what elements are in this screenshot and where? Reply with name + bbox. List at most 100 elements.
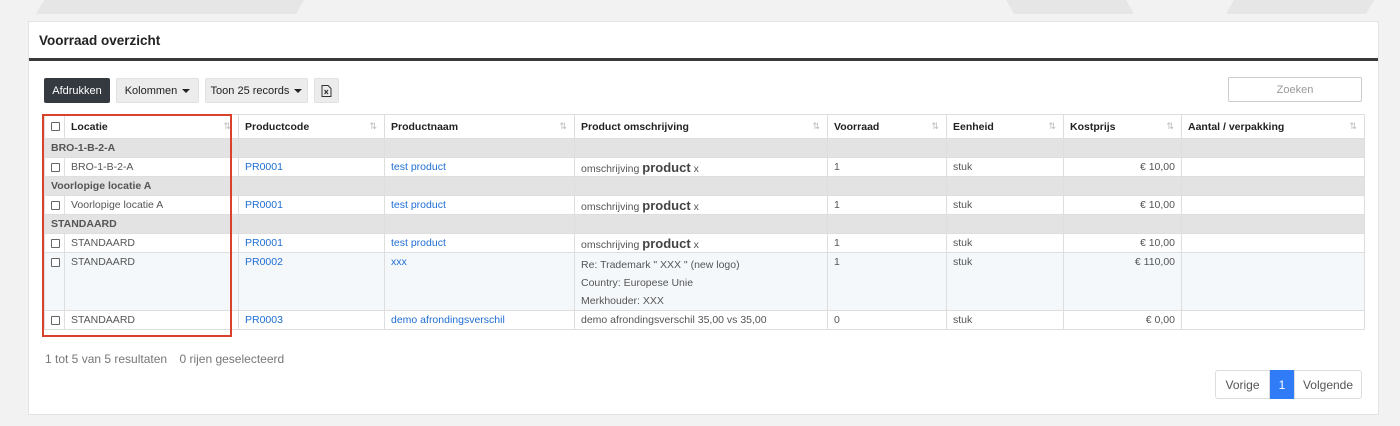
description-line: Re: Trademark " XXX " (new logo) [581,259,740,271]
page-button-current[interactable]: 1 [1270,370,1294,399]
column-header-productcode[interactable]: Productcode ⇅ [238,114,385,139]
column-header-label: Productnaam [391,120,459,133]
column-header-label: Product omschrijving [581,120,689,133]
table-row[interactable]: STANDAARD PR0002 xxx Re: Trademark " XXX… [44,252,1365,311]
group-header-row: STANDAARD [44,214,1365,234]
cell-locatie: BRO-1-B-2-A [64,157,239,177]
cell-eenheid: stuk [946,252,1064,311]
cell-kostprijs: € 10,00 [1063,195,1182,215]
cell-voorraad: 1 [827,195,947,215]
records-label: Toon 25 records [210,84,290,97]
sort-arrows-icon: ⇅ [931,121,939,131]
sort-arrows-icon: ⇅ [369,121,377,131]
column-header-productnaam[interactable]: Productnaam ⇅ [384,114,575,139]
column-header-label: Productcode [245,120,310,133]
row-checkbox[interactable] [51,315,60,325]
column-header-label: Kostprijs [1070,120,1116,133]
column-header-eenheid[interactable]: Eenheid ⇅ [946,114,1064,139]
group-header-label: STANDAARD [44,214,239,234]
excel-export-icon [321,84,332,97]
caret-down-icon [294,88,303,93]
column-header-aantal[interactable]: Aantal / verpakking ⇅ [1181,114,1365,139]
column-header-locatie[interactable]: Locatie ⇅ [64,114,239,139]
sort-arrows-icon: ⇅ [1048,121,1056,131]
cell-omschrijving: demo afrondingsverschil 35,00 vs 35,00 [574,310,828,330]
product-name-link[interactable]: test product [391,199,446,211]
cell-locatie: STANDAARD [64,310,239,330]
column-header-kostprijs[interactable]: Kostprijs ⇅ [1063,114,1182,139]
cell-eenheid: stuk [946,195,1064,215]
product-name-link[interactable]: test product [391,237,446,249]
column-header-label: Eenheid [953,120,994,133]
table-toolbar: Afdrukken Kolommen Toon 25 records [29,61,1378,109]
search-input[interactable] [1228,77,1362,102]
cell-voorraad: 1 [827,233,947,253]
product-code-link[interactable]: PR0001 [245,237,283,249]
product-name-link[interactable]: test product [391,161,446,173]
stock-overview-card: Voorraad overzicht Afdrukken Kolommen To… [28,21,1379,415]
product-name-link[interactable]: demo afrondingsverschil [391,314,505,326]
records-dropdown-button[interactable]: Toon 25 records [205,78,308,103]
results-count-text: 1 tot 5 van 5 resultaten [45,352,168,366]
cell-locatie: STANDAARD [64,252,239,311]
cell-omschrijving: omschrijving product x [574,157,828,177]
group-header-label: BRO-1-B-2-A [44,138,239,158]
columns-dropdown-button[interactable]: Kolommen [116,78,199,103]
cell-kostprijs: € 0,00 [1063,310,1182,330]
cell-aantal [1181,157,1365,177]
table-row[interactable]: STANDAARD PR0003 demo afrondingsverschil… [44,310,1365,330]
column-header-omschrijving[interactable]: Product omschrijving ⇅ [574,114,828,139]
print-button[interactable]: Afdrukken [44,78,110,103]
product-code-link[interactable]: PR0001 [245,161,283,173]
selected-rows-text: 0 rijen geselecteerd [179,352,285,366]
cell-kostprijs: € 10,00 [1063,233,1182,253]
cell-aantal [1181,195,1365,215]
table-row[interactable]: Voorlopige locatie A PR0001 test product… [44,195,1365,215]
sort-arrows-icon: ⇅ [812,121,820,131]
cell-omschrijving: omschrijving product x [574,233,828,253]
cell-aantal [1181,252,1365,311]
sort-arrows-icon: ⇅ [559,121,567,131]
product-code-link[interactable]: PR0002 [245,256,283,268]
sort-arrows-icon: ⇅ [223,121,231,131]
excel-export-button[interactable] [314,78,339,103]
table-row[interactable]: STANDAARD PR0001 test product omschrijvi… [44,233,1365,253]
cell-eenheid: stuk [946,233,1064,253]
cell-locatie: Voorlopige locatie A [64,195,239,215]
cell-aantal [1181,233,1365,253]
stock-table: Locatie ⇅ Productcode ⇅ Productnaam ⇅ Produ… [44,114,1365,330]
background-shape [1225,0,1375,14]
sort-arrows-icon: ⇅ [1166,121,1174,131]
select-all-cell [44,114,65,139]
select-all-checkbox[interactable] [51,122,60,132]
table-row[interactable]: BRO-1-B-2-A PR0001 test product omschrij… [44,157,1365,177]
previous-page-button[interactable]: Vorige [1215,370,1270,399]
cell-locatie: STANDAARD [64,233,239,253]
row-checkbox[interactable] [51,200,60,210]
card-title: Voorraad overzicht [29,22,1378,61]
column-header-label: Voorraad [834,120,880,133]
cell-kostprijs: € 110,00 [1063,252,1182,311]
row-checkbox[interactable] [51,257,60,267]
column-header-voorraad[interactable]: Voorraad ⇅ [827,114,947,139]
cell-voorraad: 1 [827,252,947,311]
group-header-label: Voorlopige locatie A [44,176,239,196]
cell-kostprijs: € 10,00 [1063,157,1182,177]
table-header-row: Locatie ⇅ Productcode ⇅ Productnaam ⇅ Produ… [44,114,1365,139]
column-header-label: Locatie [71,120,108,133]
description-line: Merkhouder: XXX [581,295,664,307]
cell-omschrijving: omschrijving product x [574,195,828,215]
caret-down-icon [182,88,191,93]
cell-eenheid: stuk [946,310,1064,330]
group-header-row: Voorlopige locatie A [44,176,1365,196]
description-line: Country: Europese Unie [581,277,694,289]
next-page-button[interactable]: Volgende [1294,370,1362,399]
product-code-link[interactable]: PR0001 [245,199,283,211]
product-name-link[interactable]: xxx [391,256,407,268]
column-header-label: Aantal / verpakking [1188,120,1285,133]
row-checkbox[interactable] [51,162,60,172]
group-header-row: BRO-1-B-2-A [44,138,1365,158]
row-checkbox[interactable] [51,238,60,248]
product-code-link[interactable]: PR0003 [245,314,283,326]
sort-arrows-icon: ⇅ [1349,121,1357,131]
